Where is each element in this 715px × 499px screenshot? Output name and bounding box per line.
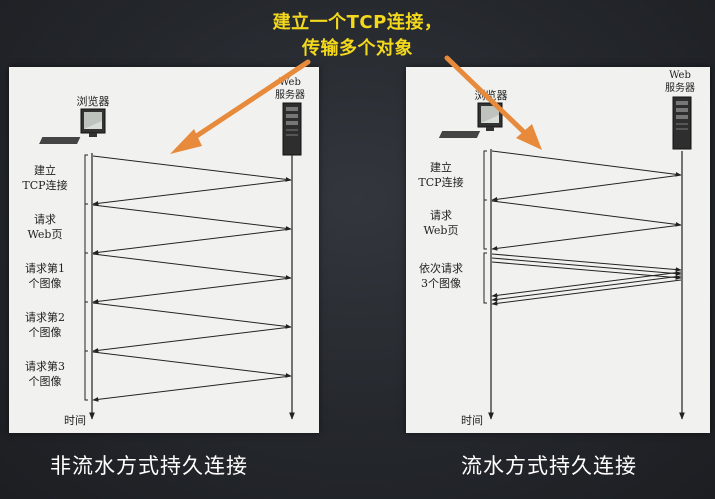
bracket-step-4: [84, 301, 88, 352]
computer-icon: [438, 102, 503, 138]
msg-request-image-1: [92, 253, 292, 280]
step-1-label-line-1: 建立: [34, 163, 56, 177]
msg-response-image-3: [92, 375, 292, 402]
computer-icon: [39, 108, 106, 144]
msg-request-page: [92, 204, 292, 231]
bracket-step-1: [483, 150, 487, 201]
browser-label: 浏览器: [475, 88, 508, 102]
pipelined-diagram-panel: 浏览器 Web 服务器 建立 TCP连接 请求 Web页 依次请求 3个图像 时…: [406, 67, 710, 433]
non-pipelined-diagram: 浏览器 Web 服务器 建立 TCP连接 请求 Web页 请求第1 个图像 请求…: [22, 77, 305, 427]
bracket-step-3: [483, 252, 487, 304]
server-label-line-2: 服务器: [665, 81, 695, 94]
msg-response-image-2: [491, 275, 682, 302]
msg-syn-ack: [491, 174, 682, 202]
time-label: 时间: [461, 414, 483, 427]
pipelined-diagram: 浏览器 Web 服务器 建立 TCP连接 请求 Web页 依次请求 3个图像 时…: [418, 70, 695, 427]
msg-request-image-2: [491, 257, 682, 276]
step-3-label-line-2: 个图像: [29, 277, 62, 290]
msg-response-page: [92, 228, 292, 255]
step-1-label-line-2: TCP连接: [22, 179, 67, 192]
bracket-step-3: [84, 252, 88, 303]
caption-pipelined: 流水方式持久连接: [461, 454, 637, 478]
step-1-label-line-2: TCP连接: [418, 176, 463, 189]
step-3-label-line-1: 依次请求: [419, 261, 463, 275]
server-label-line-1: Web: [669, 70, 691, 81]
step-1-label-line-1: 建立: [430, 160, 452, 174]
step-5-label-line-1: 请求第3: [25, 359, 65, 373]
headline-line-2: 传输多个对象: [302, 38, 413, 59]
browser-label: 浏览器: [77, 94, 110, 108]
msg-request-image-2: [92, 302, 292, 329]
step-2-label-line-1: 请求: [34, 213, 56, 226]
headline-line-1: 建立一个TCP连接，: [272, 12, 443, 33]
step-2-label-line-1: 请求: [430, 209, 452, 222]
step-3-label-line-2: 3个图像: [421, 277, 461, 290]
bracket-step-5: [84, 350, 88, 401]
bracket-step-2: [483, 199, 487, 250]
msg-request-image-3: [92, 351, 292, 378]
msg-syn: [92, 155, 292, 182]
step-3-label-line-1: 请求第1: [25, 261, 65, 275]
caption-non-pipelined: 非流水方式持久连接: [50, 454, 248, 478]
step-2-label-line-2: Web页: [28, 228, 63, 241]
msg-request-page: [491, 200, 682, 227]
server-label-line-1: Web: [279, 77, 301, 88]
msg-response-image-1: [92, 277, 292, 304]
msg-response-page: [491, 224, 682, 251]
step-5-label-line-2: 个图像: [29, 375, 62, 388]
time-label: 时间: [64, 414, 86, 427]
msg-syn: [491, 150, 682, 177]
server-tower-icon: [282, 102, 302, 156]
msg-request-image-1: [491, 253, 682, 272]
server-tower-icon: [672, 96, 692, 150]
non-pipelined-diagram-panel: 浏览器 Web 服务器 建立 TCP连接 请求 Web页 请求第1 个图像 请求…: [9, 67, 319, 433]
step-2-label-line-2: Web页: [424, 224, 459, 237]
msg-response-image-2: [92, 326, 292, 353]
msg-syn-ack: [92, 179, 292, 206]
step-4-label-line-1: 请求第2: [25, 310, 65, 324]
step-4-label-line-2: 个图像: [29, 326, 62, 339]
bracket-step-2: [84, 203, 88, 254]
server-label-line-2: 服务器: [275, 88, 305, 101]
bracket-step-1: [84, 154, 88, 205]
